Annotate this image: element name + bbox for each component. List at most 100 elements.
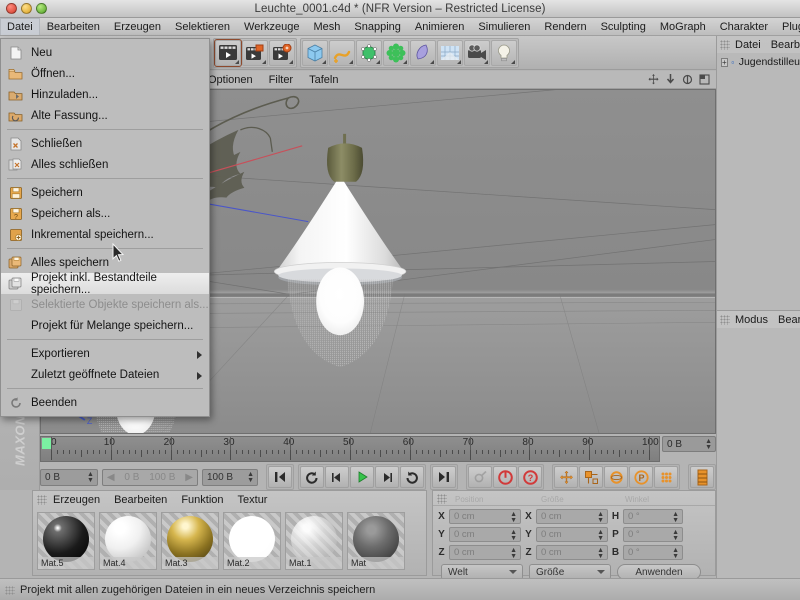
stepper-icon[interactable]: ▲ ▼ xyxy=(597,547,604,560)
cube-primitive-button[interactable] xyxy=(302,39,328,66)
file-dropdown-menu[interactable]: Neu Öffnen... Hinzuladen... Alte Fassung...… xyxy=(0,38,210,417)
menu-mesh[interactable]: Mesh xyxy=(306,18,347,35)
go-to-end-button[interactable] xyxy=(432,466,457,488)
position-z-field[interactable]: 0 cm ▲ ▼ xyxy=(449,545,521,560)
button-submenu-corner[interactable] xyxy=(376,59,380,64)
go-to-start-button[interactable] xyxy=(268,466,293,488)
preview-range-field[interactable]: ◀ 0 B 100 B ▶ xyxy=(101,468,198,486)
button-submenu-corner[interactable] xyxy=(457,59,461,64)
material-item[interactable]: Mat.1 xyxy=(285,512,343,570)
size-y-field[interactable]: 0 cm ▲ ▼ xyxy=(536,527,608,542)
file-menu-item[interactable]: Projekt für Melange speichern... xyxy=(1,315,209,336)
play-button[interactable] xyxy=(350,466,375,488)
step-back-button[interactable] xyxy=(325,466,350,488)
menu-snapping[interactable]: Snapping xyxy=(347,18,408,35)
button-submenu-corner[interactable] xyxy=(430,59,434,64)
object-menu-bearbeiten[interactable]: Bearbe xyxy=(771,39,800,51)
menu-animieren[interactable]: Animieren xyxy=(408,18,472,35)
record-question-button[interactable]: ? xyxy=(518,466,543,488)
file-menu-item[interactable]: Projekt inkl. Bestandteile speichern... xyxy=(1,272,209,296)
file-menu-item[interactable]: Inkremental speichern... xyxy=(1,224,209,245)
next-keyframe-button[interactable] xyxy=(400,466,425,488)
object-menu-datei[interactable]: Datei xyxy=(735,39,761,51)
render-settings-button[interactable] xyxy=(269,39,295,66)
file-menu-item[interactable]: Hinzuladen... xyxy=(1,84,209,105)
scene-object-button[interactable] xyxy=(410,39,436,66)
button-submenu-corner[interactable] xyxy=(289,59,293,64)
file-menu-item[interactable]: Beenden xyxy=(1,392,209,413)
material-menu-erzeugen[interactable]: Erzeugen xyxy=(53,494,100,506)
size-x-field[interactable]: 0 cm ▲ ▼ xyxy=(536,509,608,524)
stepper-icon[interactable]: ▲ ▼ xyxy=(672,547,679,560)
light-button[interactable] xyxy=(491,39,517,66)
file-menu-item[interactable]: Neu xyxy=(1,42,209,63)
attribute-menu-modus[interactable]: Modus xyxy=(735,314,768,326)
stepper-icon[interactable]: ▲ ▼ xyxy=(510,547,517,560)
record-pla-button[interactable] xyxy=(654,466,679,488)
file-menu-item[interactable]: Alte Fassung... xyxy=(1,105,209,126)
record-scale-button[interactable] xyxy=(579,466,604,488)
menu-erzeugen[interactable]: Erzeugen xyxy=(107,18,168,35)
step-forward-button[interactable] xyxy=(375,466,400,488)
stepper-icon[interactable]: ▲ ▼ xyxy=(672,511,679,524)
menu-rendern[interactable]: Rendern xyxy=(537,18,593,35)
material-menu-textur[interactable]: Textur xyxy=(238,494,268,506)
file-menu-item[interactable]: Öffnen... xyxy=(1,63,209,84)
menu-plugins[interactable]: Plug-ins xyxy=(775,18,800,35)
rotate-icon[interactable] xyxy=(682,74,693,85)
material-item[interactable]: Mat xyxy=(347,512,405,570)
pan-icon[interactable] xyxy=(648,74,659,85)
angle-p-field[interactable]: 0 ° ▲ ▼ xyxy=(623,527,683,542)
record-parameter-button[interactable]: P xyxy=(629,466,654,488)
angle-b-field[interactable]: 0 ° ▲ ▼ xyxy=(623,545,683,560)
viewport-menu-optionen[interactable]: Optionen xyxy=(208,74,253,86)
file-menu-item[interactable]: Exportieren xyxy=(1,343,209,364)
material-menu-bearbeiten[interactable]: Bearbeiten xyxy=(114,494,167,506)
record-rotation-button[interactable] xyxy=(604,466,629,488)
button-submenu-corner[interactable] xyxy=(349,59,353,64)
material-menu-funktion[interactable]: Funktion xyxy=(181,494,223,506)
max-frame-field[interactable]: 100 B ▲ ▼ xyxy=(201,468,259,486)
attribute-content[interactable] xyxy=(717,328,800,590)
chevron-down-icon[interactable] xyxy=(597,570,605,574)
timeline-ruler[interactable]: 0 10 20 30 40 50 60 70 80 90 100 xyxy=(40,436,660,462)
viewport-menu-tafeln[interactable]: Tafeln xyxy=(309,74,338,86)
panel-grip-icon[interactable] xyxy=(720,315,730,325)
file-menu-item[interactable]: Alles speichern xyxy=(1,252,209,273)
previous-keyframe-button[interactable] xyxy=(300,466,325,488)
deformer-button[interactable] xyxy=(383,39,409,66)
expand-icon[interactable]: + xyxy=(721,57,728,67)
spline-pen-button[interactable] xyxy=(329,39,355,66)
nurbs-generator-button[interactable] xyxy=(356,39,382,66)
panel-grip-icon[interactable] xyxy=(720,40,730,50)
material-item[interactable]: Mat.3 xyxy=(161,512,219,570)
timeline-frame-field[interactable]: 0 B ▲ ▼ xyxy=(662,436,716,452)
object-tree-row[interactable]: + 0 Jugendstilleu xyxy=(717,53,800,68)
menu-simulieren[interactable]: Simulieren xyxy=(471,18,537,35)
menu-sculpting[interactable]: Sculpting xyxy=(594,18,653,35)
range-left-arrow[interactable]: ◀ xyxy=(107,472,115,483)
position-x-field[interactable]: 0 cm ▲ ▼ xyxy=(449,509,521,524)
menu-werkzeuge[interactable]: Werkzeuge xyxy=(237,18,306,35)
position-y-field[interactable]: 0 cm ▲ ▼ xyxy=(449,527,521,542)
current-frame-field[interactable]: 0 B ▲ ▼ xyxy=(40,468,98,486)
stepper-icon[interactable]: ▲ ▼ xyxy=(510,511,517,524)
render-region-button[interactable] xyxy=(242,39,268,66)
panel-grip-icon[interactable] xyxy=(37,495,47,505)
viewport-menu-filter[interactable]: Filter xyxy=(269,74,293,86)
menu-charakter[interactable]: Charakter xyxy=(713,18,775,35)
render-view-button[interactable] xyxy=(214,38,242,67)
panel-grip-icon[interactable] xyxy=(5,586,15,595)
material-item[interactable]: Mat.4 xyxy=(99,512,157,570)
stepper-icon[interactable]: ▲ ▼ xyxy=(672,529,679,542)
autokey-button[interactable] xyxy=(468,466,493,488)
keyframe-select-button[interactable] xyxy=(690,466,715,488)
stepper-icon[interactable]: ▲ ▼ xyxy=(510,529,517,542)
file-menu-item[interactable]: Speichern xyxy=(1,182,209,203)
menu-mograph[interactable]: MoGraph xyxy=(653,18,713,35)
chevron-down-icon[interactable] xyxy=(509,570,517,574)
range-right-arrow[interactable]: ▶ xyxy=(185,472,193,483)
maximize-view-icon[interactable] xyxy=(699,74,710,85)
stepper-icon[interactable]: ▲ ▼ xyxy=(597,529,604,542)
file-menu-item[interactable]: Alles schließen xyxy=(1,154,209,175)
